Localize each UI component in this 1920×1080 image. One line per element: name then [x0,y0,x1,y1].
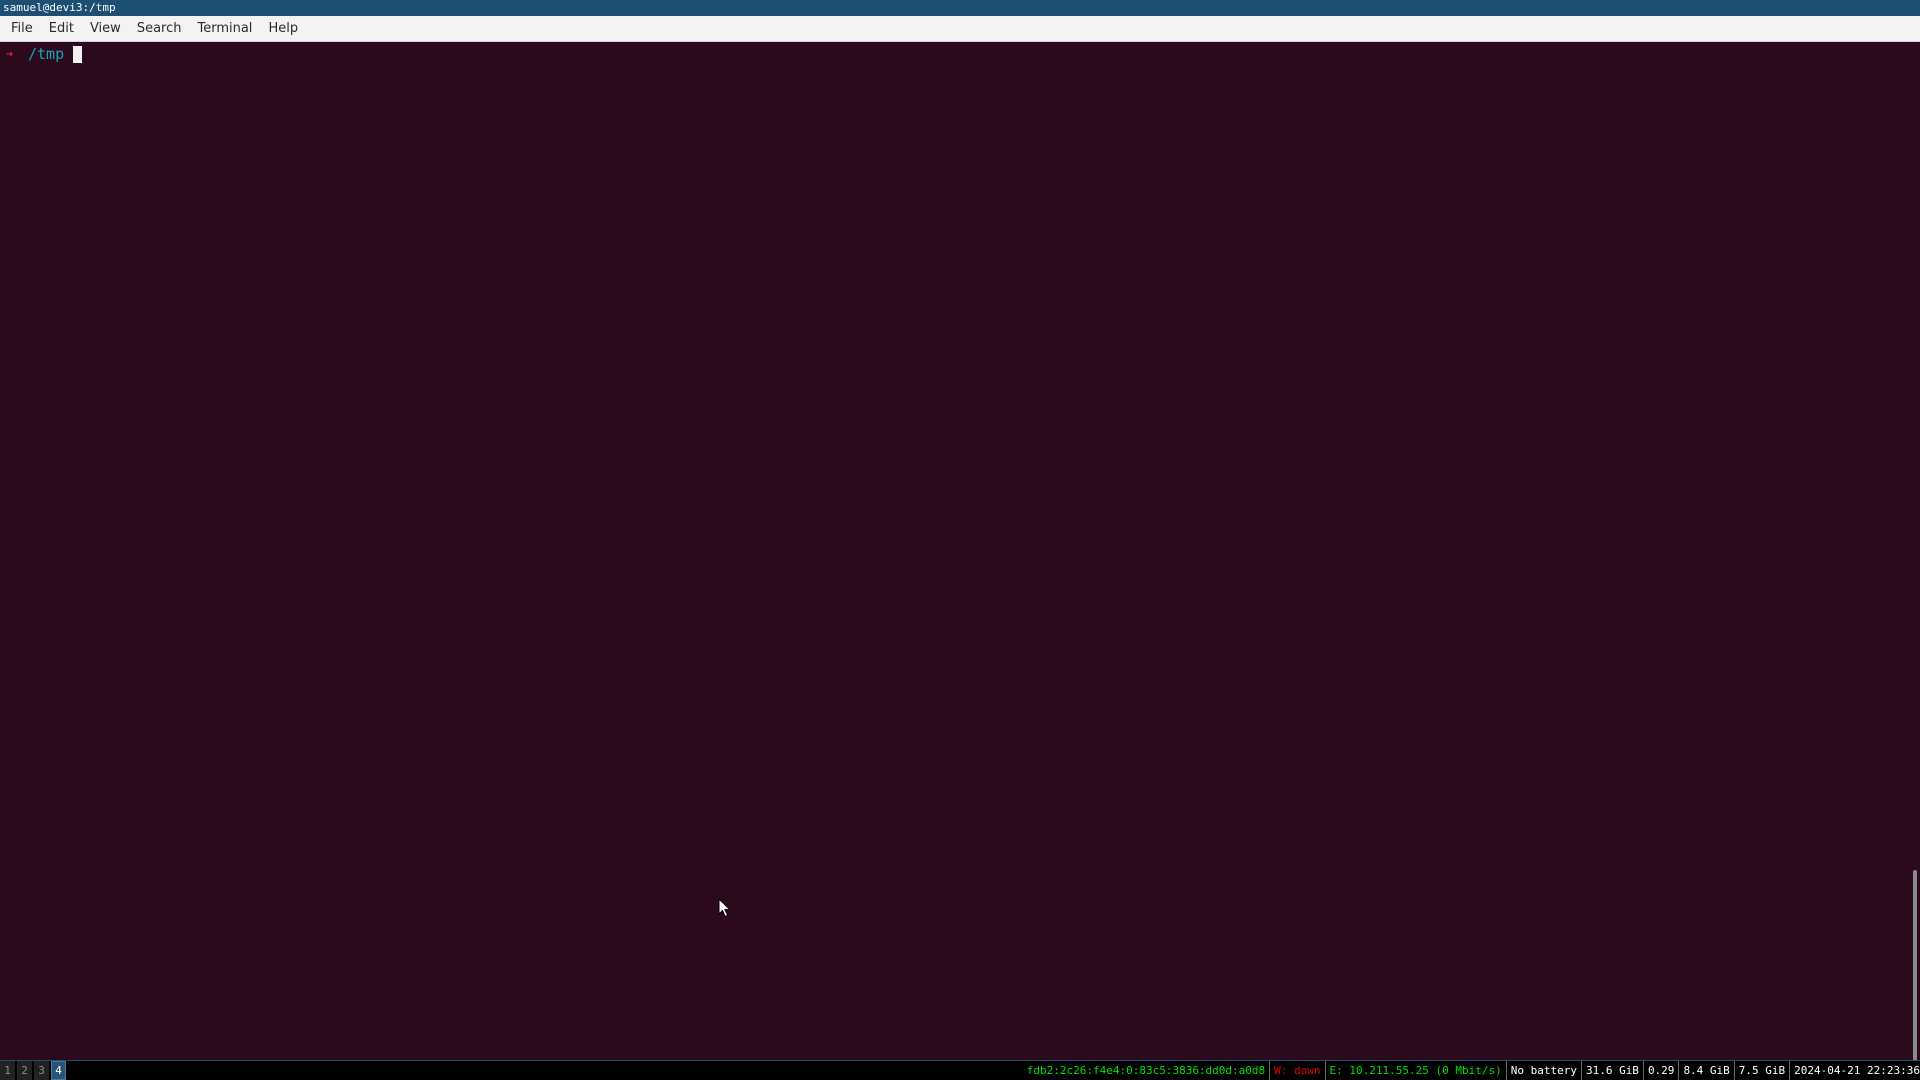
menu-help[interactable]: Help [261,18,305,39]
window-title: samuel@devi3:/tmp [3,1,116,14]
menubar: File Edit View Search Terminal Help [0,16,1920,42]
menu-view[interactable]: View [83,18,128,39]
scrollbar-thumb[interactable] [1913,870,1917,1080]
status-wireless: W: down [1270,1061,1326,1080]
status-datetime: 2024-04-21 22:23:36 [1794,1064,1920,1077]
workspace-button-2[interactable]: 2 [17,1061,32,1080]
prompt-line: ➜ /tmp [6,44,83,64]
status-ipv6: fdb2:2c26:f4e4:0:83c5:3836:dd0d:a0d8 [1023,1061,1271,1080]
workspace-button-1[interactable]: 1 [0,1061,15,1080]
prompt-cwd: /tmp [28,45,65,63]
workspace-button-4[interactable]: 4 [51,1061,66,1080]
i3-statusbar: 1 2 3 4 fdb2:2c26:f4e4:0:83c5:3836:dd0d:… [0,1060,1920,1080]
prompt-arrow-icon: ➜ [6,47,14,61]
status-memory-used: 8.4 GiB [1679,1061,1735,1080]
status-disk: 31.6 GiB [1582,1061,1644,1080]
menu-search[interactable]: Search [130,18,189,39]
terminal-area[interactable]: ➜ /tmp [0,42,1920,1060]
status-memory-total: 7.5 GiB [1735,1061,1791,1080]
status-blocks: fdb2:2c26:f4e4:0:83c5:3836:dd0d:a0d8 W: … [1023,1061,1920,1080]
screen: samuel@devi3:/tmp File Edit View Search … [0,0,1920,1080]
workspace-button-3[interactable]: 3 [34,1061,49,1080]
menu-edit[interactable]: Edit [42,18,81,39]
status-battery: No battery [1507,1061,1582,1080]
status-ethernet: E: 10.211.55.25 (0 Mbit/s) [1326,1061,1507,1080]
window-titlebar[interactable]: samuel@devi3:/tmp [0,0,1920,16]
mouse-pointer-icon [718,898,732,918]
workspace-list: 1 2 3 4 [0,1061,68,1080]
menu-file[interactable]: File [4,18,40,39]
menu-terminal[interactable]: Terminal [190,18,259,39]
block-cursor-icon [73,45,83,63]
status-load: 0.29 [1644,1061,1680,1080]
terminal-scrollbar[interactable] [1910,42,1920,1080]
